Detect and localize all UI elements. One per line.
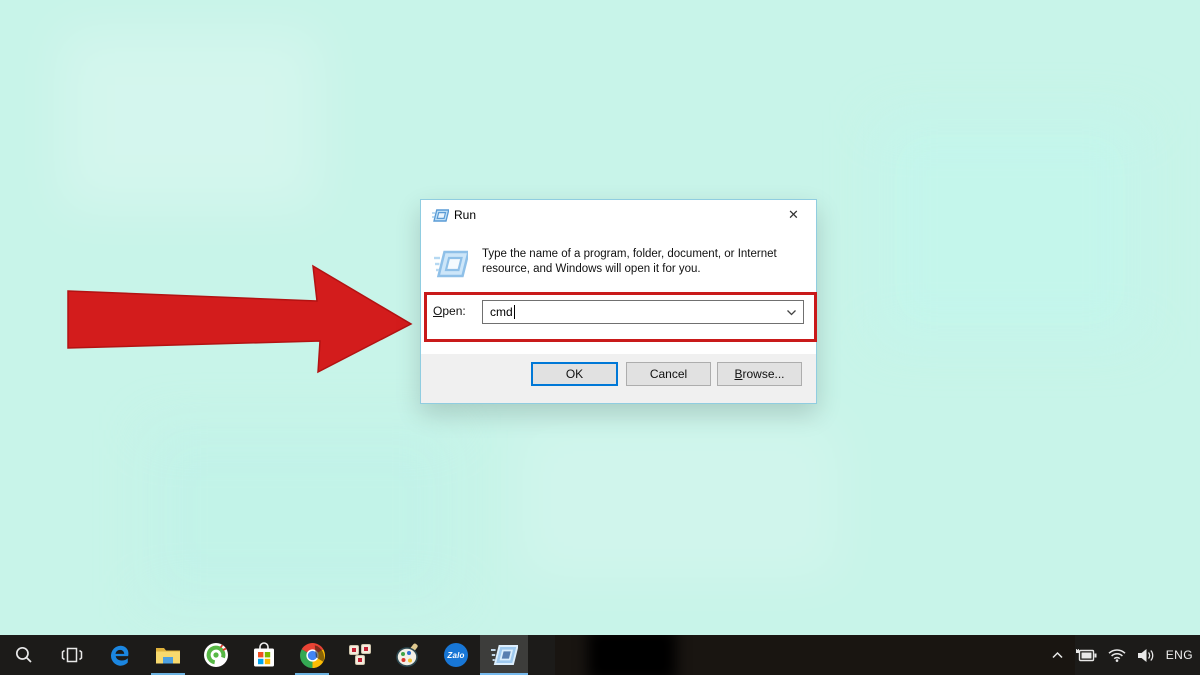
dialog-message-line1: Type the name of a program, folder, docu… <box>482 247 777 262</box>
file-explorer-icon <box>155 644 181 666</box>
show-hidden-icons-chevron-icon[interactable] <box>1051 650 1064 660</box>
open-label: Open: <box>433 304 466 318</box>
dialog-titlebar[interactable]: Run ✕ <box>421 200 816 230</box>
search-icon <box>14 645 34 665</box>
volume-icon[interactable] <box>1137 648 1155 663</box>
microsoft-store-icon <box>252 642 276 668</box>
dialog-message-line2: resource, and Windows will open it for y… <box>482 262 777 277</box>
taskbar-unikey-button[interactable] <box>336 635 384 675</box>
taskbar-shadow-blob <box>588 635 676 675</box>
taskbar-run-button[interactable] <box>480 635 528 675</box>
chrome-icon <box>300 643 325 668</box>
cancel-button[interactable]: Cancel <box>626 362 711 386</box>
desktop-texture <box>520 420 840 580</box>
zalo-icon: Zalo <box>444 643 468 667</box>
wifi-icon[interactable] <box>1108 648 1126 662</box>
edge-icon <box>108 643 133 668</box>
battery-icon[interactable] <box>1075 649 1097 662</box>
taskbar-store-button[interactable] <box>240 635 288 675</box>
desktop-texture <box>60 30 320 210</box>
open-combobox-value: cmd <box>483 305 513 319</box>
zalo-label: Zalo <box>447 651 464 660</box>
run-icon <box>491 644 518 667</box>
dialog-button-strip: OK Cancel Browse... <box>421 354 816 403</box>
coccoc-icon <box>203 642 229 668</box>
taskbar-search-button[interactable] <box>0 635 48 675</box>
paint-icon <box>395 642 421 668</box>
desktop-texture <box>150 430 450 600</box>
chevron-down-icon[interactable] <box>786 308 797 317</box>
unikey-icon <box>348 644 372 666</box>
taskbar-chrome-button[interactable] <box>288 635 336 675</box>
open-combobox[interactable]: cmd <box>482 300 804 324</box>
run-dialog: Run ✕ Type the name of a program, folder… <box>420 199 817 404</box>
run-icon <box>432 209 449 222</box>
text-caret <box>514 305 515 319</box>
taskbar-paint-button[interactable] <box>384 635 432 675</box>
dialog-title: Run <box>454 200 476 230</box>
ok-button[interactable]: OK <box>531 362 618 386</box>
run-icon-large <box>434 250 468 279</box>
taskbar-coccoc-button[interactable] <box>192 635 240 675</box>
close-icon: ✕ <box>788 207 799 223</box>
taskbar-zalo-button[interactable]: Zalo <box>432 635 480 675</box>
task-view-icon <box>61 646 83 664</box>
browse-button[interactable]: Browse... <box>717 362 802 386</box>
taskbar-file-explorer-button[interactable] <box>144 635 192 675</box>
language-indicator[interactable]: ENG <box>1166 648 1193 662</box>
taskbar: Zalo <box>0 635 1200 675</box>
close-button[interactable]: ✕ <box>771 200 816 230</box>
annotation-arrow-icon <box>60 258 420 380</box>
taskbar-edge-button[interactable] <box>96 635 144 675</box>
taskbar-task-view-button[interactable] <box>48 635 96 675</box>
desktop-texture <box>880 120 1140 340</box>
